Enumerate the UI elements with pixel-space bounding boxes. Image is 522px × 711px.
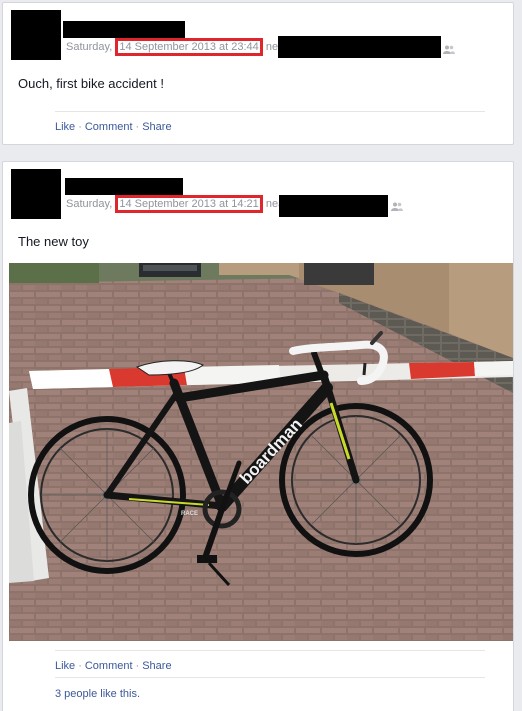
- post-timestamp[interactable]: 14 September 2013 at 23:44: [115, 38, 263, 56]
- post-timestamp[interactable]: 14 September 2013 at 14:21: [115, 195, 263, 213]
- redacted-author-name: [63, 21, 185, 38]
- share-link[interactable]: Share: [142, 660, 171, 672]
- comment-link[interactable]: Comment: [85, 121, 133, 133]
- comment-link[interactable]: Comment: [85, 660, 133, 672]
- post-text: The new toy: [18, 234, 89, 249]
- bicycle-photo: boardman RACE: [9, 263, 513, 641]
- post-meta: Saturday, 14 September 2013 at 23:44 nea…: [66, 38, 288, 56]
- avatar[interactable]: [11, 10, 61, 60]
- separator: ·: [78, 660, 82, 672]
- post-actions: Like · Comment · Share: [55, 111, 485, 133]
- frame-decal: RACE: [181, 511, 198, 517]
- friends-icon[interactable]: [391, 202, 403, 211]
- likes-summary[interactable]: 3 people like this.: [55, 677, 485, 700]
- post-actions: Like · Comment · Share: [55, 650, 485, 672]
- post-photo[interactable]: boardman RACE: [9, 263, 513, 641]
- post-card: Saturday, 14 September 2013 at 23:44 nea…: [2, 2, 514, 145]
- friends-icon[interactable]: [443, 45, 455, 54]
- redacted-author-name: [65, 178, 183, 195]
- post-meta: Saturday, 14 September 2013 at 14:21 nea…: [66, 195, 288, 213]
- post-text: Ouch, first bike accident !: [18, 76, 164, 91]
- post-card: Saturday, 14 September 2013 at 14:21 nea…: [2, 161, 514, 711]
- post-day: Saturday,: [66, 198, 116, 210]
- separator: ·: [78, 121, 82, 133]
- separator: ·: [135, 660, 140, 672]
- avatar[interactable]: [11, 169, 61, 219]
- redacted-location: [279, 195, 388, 217]
- redacted-location: [278, 36, 441, 58]
- like-link[interactable]: Like: [55, 121, 75, 133]
- separator: ·: [135, 121, 140, 133]
- like-link[interactable]: Like: [55, 660, 75, 672]
- share-link[interactable]: Share: [142, 121, 171, 133]
- post-day: Saturday,: [66, 41, 116, 53]
